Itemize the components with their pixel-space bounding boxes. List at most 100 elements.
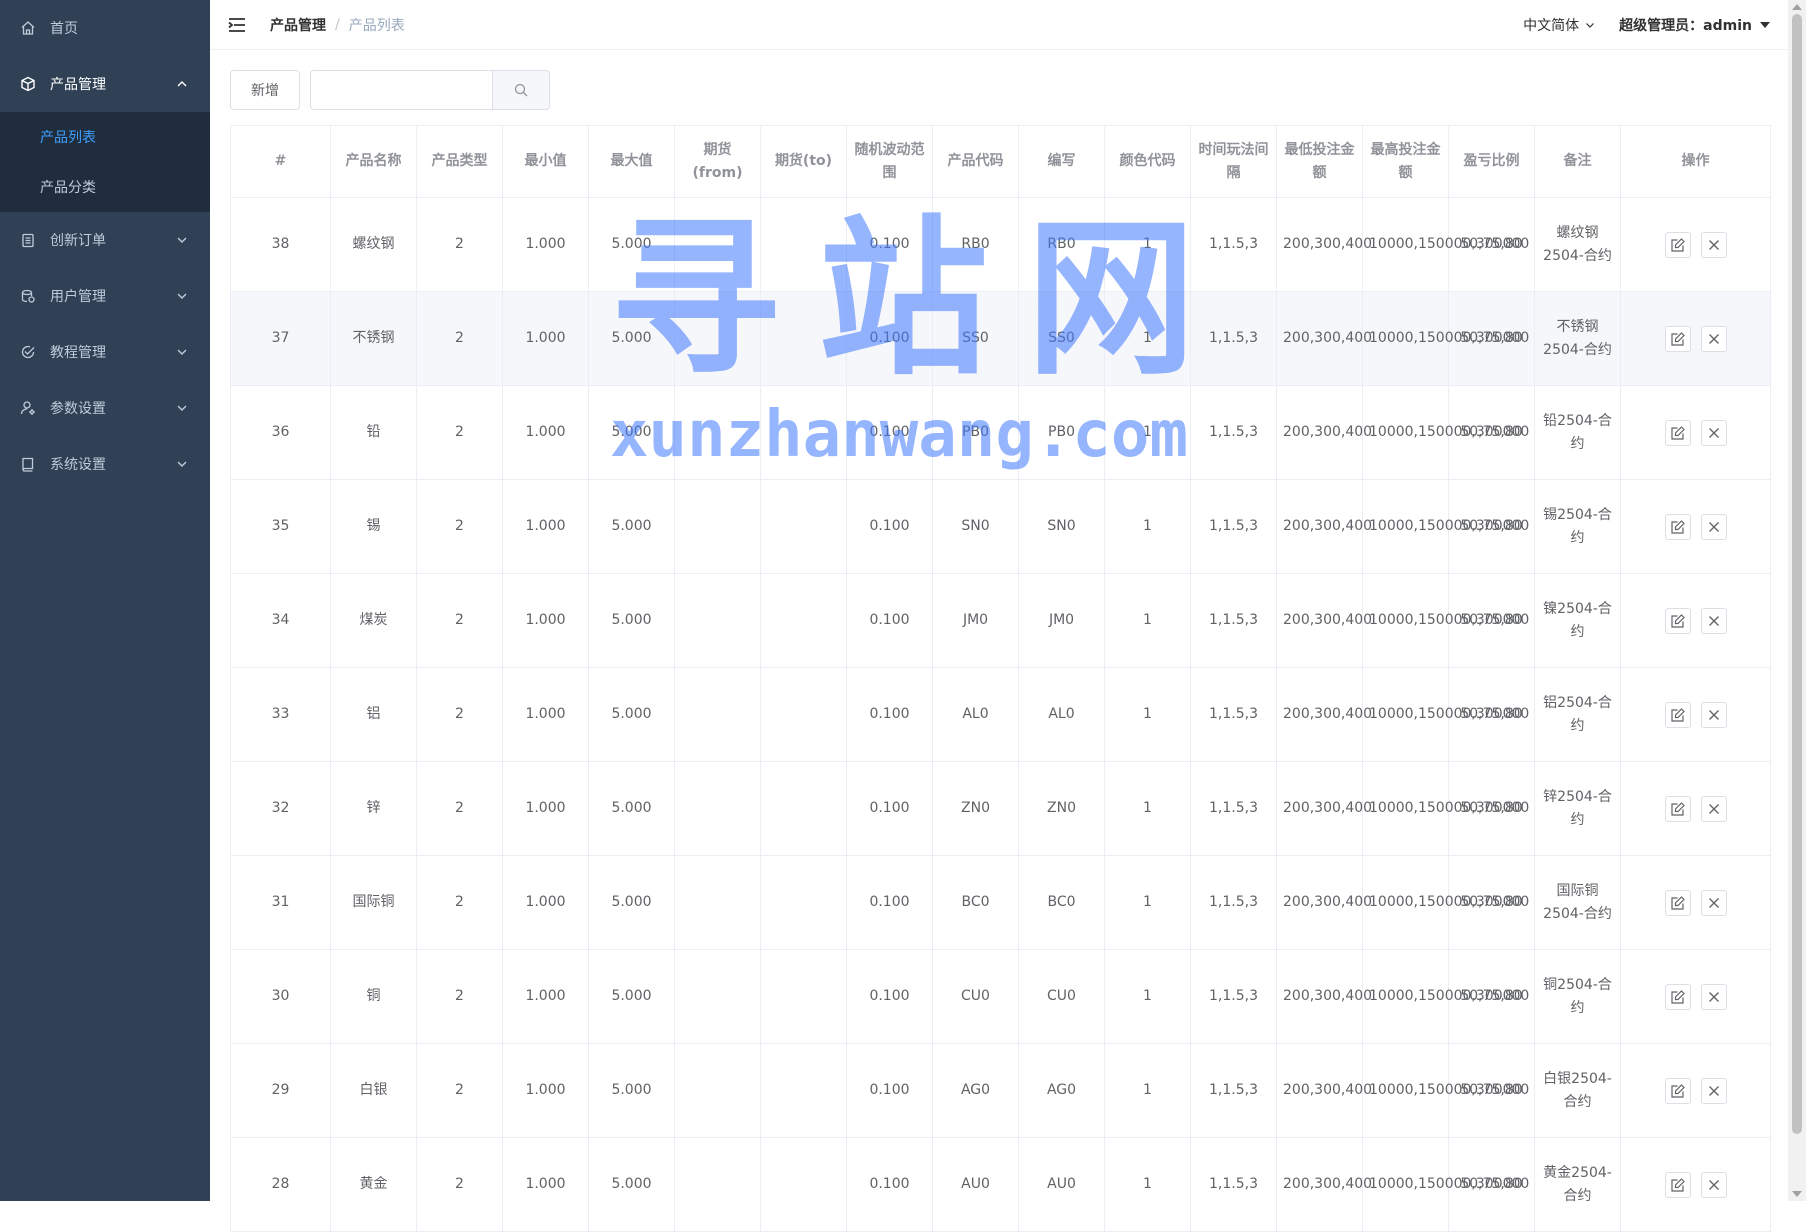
search-input[interactable] — [310, 70, 492, 110]
table-cell: 铜2504-合约 — [1534, 949, 1621, 1044]
sidebar: 首页 产品管理 产品列表 产品分类 创新订单 用户管理 教程管理 参数设置 系统… — [0, 0, 210, 1201]
table-cell: 10000,150000,300000 — [1362, 761, 1529, 856]
edit-button[interactable] — [1664, 419, 1691, 446]
delete-button[interactable] — [1700, 513, 1727, 540]
table-cell: ZN0 — [932, 761, 1019, 856]
sidebar-item-product-list[interactable]: 产品列表 — [0, 112, 210, 162]
table-cell — [674, 291, 761, 386]
delete-button[interactable] — [1700, 607, 1727, 634]
table-cell: 0.100 — [846, 1043, 933, 1138]
table-row[interactable]: 28 黄金 2 1.000 5.000 0.100 AU0 AU0 1 1,1.5,3 200,30… — [230, 1137, 1771, 1232]
column-header: 编写 — [1018, 125, 1105, 198]
table-cell: 2 — [416, 197, 503, 292]
page-scrollbar[interactable] — [1788, 0, 1806, 1201]
sidebar-item-label: 创新订单 — [50, 233, 106, 249]
edit-button[interactable] — [1664, 1077, 1691, 1104]
table-cell: 5.000 — [588, 1043, 675, 1138]
caret-down-icon — [1760, 22, 1770, 28]
table-cell: 5.000 — [588, 1137, 675, 1232]
edit-button[interactable] — [1664, 1171, 1691, 1198]
table-cell: 镍2504-合约 — [1534, 573, 1621, 668]
delete-button[interactable] — [1700, 419, 1727, 446]
edit-icon — [1670, 425, 1685, 440]
table-cell: 200,300,400 — [1276, 855, 1372, 950]
table-cell: 1 — [1104, 667, 1191, 762]
close-icon — [1708, 991, 1719, 1002]
table-cell: BC0 — [1018, 855, 1105, 950]
table-cell: 1 — [1104, 949, 1191, 1044]
table-cell: 铜 — [330, 949, 417, 1044]
table-cell: 5.000 — [588, 291, 675, 386]
column-header: 备注 — [1534, 125, 1621, 198]
table-row[interactable]: 37 不锈钢 2 1.000 5.000 0.100 SS0 SS0 1 1,1.5,3 200,3… — [230, 291, 1771, 386]
table-cell: 50,75,80 — [1448, 1137, 1535, 1232]
table-row[interactable]: 33 铝 2 1.000 5.000 0.100 AL0 AL0 1 1,1.5,3 200,300… — [230, 667, 1771, 762]
table-row[interactable]: 36 铅 2 1.000 5.000 0.100 PB0 PB0 1 1,1.5,3 200,300… — [230, 385, 1771, 480]
table-cell: SS0 — [1018, 291, 1105, 386]
search-button[interactable] — [492, 70, 550, 110]
menu-fold-icon[interactable] — [226, 14, 248, 36]
delete-button[interactable] — [1700, 325, 1727, 352]
table-row[interactable]: 38 螺纹钢 2 1.000 5.000 0.100 RB0 RB0 1 1,1.5,3 200,3… — [230, 197, 1771, 292]
add-button[interactable]: 新增 — [230, 70, 300, 110]
breadcrumb-item[interactable]: 产品管理 — [270, 15, 326, 35]
scroll-up-arrow[interactable] — [1792, 4, 1802, 10]
table-row[interactable]: 29 白银 2 1.000 5.000 0.100 AG0 AG0 1 1,1.5,3 200,30… — [230, 1043, 1771, 1138]
table-cell: 1 — [1104, 1137, 1191, 1232]
table-cell-actions — [1620, 479, 1771, 574]
table-cell: 0.100 — [846, 197, 933, 292]
delete-button[interactable] — [1700, 1077, 1727, 1104]
table-cell: 50,75,80 — [1448, 949, 1535, 1044]
delete-button[interactable] — [1700, 983, 1727, 1010]
sidebar-item-system-settings[interactable]: 系统设置 — [0, 436, 210, 492]
edit-button[interactable] — [1664, 983, 1691, 1010]
table-row[interactable]: 32 锌 2 1.000 5.000 0.100 ZN0 ZN0 1 1,1.5,3 200,300… — [230, 761, 1771, 856]
delete-button[interactable] — [1700, 231, 1727, 258]
edit-button[interactable] — [1664, 701, 1691, 728]
table-cell: 1,1.5,3 — [1190, 761, 1277, 856]
edit-button[interactable] — [1664, 795, 1691, 822]
table-cell: BC0 — [932, 855, 1019, 950]
table-cell: 5.000 — [588, 761, 675, 856]
table-row[interactable]: 34 煤炭 2 1.000 5.000 0.100 JM0 JM0 1 1,1.5,3 200,30… — [230, 573, 1771, 668]
table-cell: 铅 — [330, 385, 417, 480]
scroll-down-arrow[interactable] — [1792, 1191, 1802, 1197]
table-cell: 50,75,80 — [1448, 197, 1535, 292]
table-cell: 0.100 — [846, 385, 933, 480]
column-header: 盈亏比例 — [1448, 125, 1535, 198]
edit-button[interactable] — [1664, 325, 1691, 352]
table-cell — [674, 385, 761, 480]
toolbar: 新增 — [230, 70, 550, 110]
table-cell: AG0 — [932, 1043, 1019, 1138]
delete-button[interactable] — [1700, 701, 1727, 728]
sidebar-item-home[interactable]: 首页 — [0, 0, 210, 56]
sidebar-item-users[interactable]: 用户管理 — [0, 268, 210, 324]
table-cell: 0.100 — [846, 855, 933, 950]
table-cell: 2 — [416, 855, 503, 950]
table-row[interactable]: 30 铜 2 1.000 5.000 0.100 CU0 CU0 1 1,1.5,3 200,300… — [230, 949, 1771, 1044]
table-row[interactable]: 35 锡 2 1.000 5.000 0.100 SN0 SN0 1 1,1.5,3 200,300… — [230, 479, 1771, 574]
delete-button[interactable] — [1700, 1171, 1727, 1198]
table-cell: 铅2504-合约 — [1534, 385, 1621, 480]
sidebar-item-product-category[interactable]: 产品分类 — [0, 162, 210, 212]
table-cell: 200,300,400 — [1276, 761, 1372, 856]
language-select[interactable]: 中文简体 — [1523, 15, 1595, 35]
table-cell: 1 — [1104, 479, 1191, 574]
edit-button[interactable] — [1664, 607, 1691, 634]
edit-button[interactable] — [1664, 889, 1691, 916]
user-dropdown[interactable]: 超级管理员：admin — [1619, 15, 1770, 35]
sidebar-item-orders[interactable]: 创新订单 — [0, 212, 210, 268]
sidebar-item-tutorials[interactable]: 教程管理 — [0, 324, 210, 380]
table-cell-actions — [1620, 291, 1771, 386]
table-cell: 33 — [230, 667, 331, 762]
sidebar-item-parameters[interactable]: 参数设置 — [0, 380, 210, 436]
edit-button[interactable] — [1664, 231, 1691, 258]
sidebar-item-product-management[interactable]: 产品管理 — [0, 56, 210, 112]
delete-button[interactable] — [1700, 795, 1727, 822]
scroll-thumb[interactable] — [1792, 14, 1802, 1134]
table-row[interactable]: 31 国际铜 2 1.000 5.000 0.100 BC0 BC0 1 1,1.5,3 200,3… — [230, 855, 1771, 950]
edit-button[interactable] — [1664, 513, 1691, 540]
breadcrumb-separator: / — [335, 16, 340, 33]
submenu-product: 产品列表 产品分类 — [0, 112, 210, 212]
delete-button[interactable] — [1700, 889, 1727, 916]
